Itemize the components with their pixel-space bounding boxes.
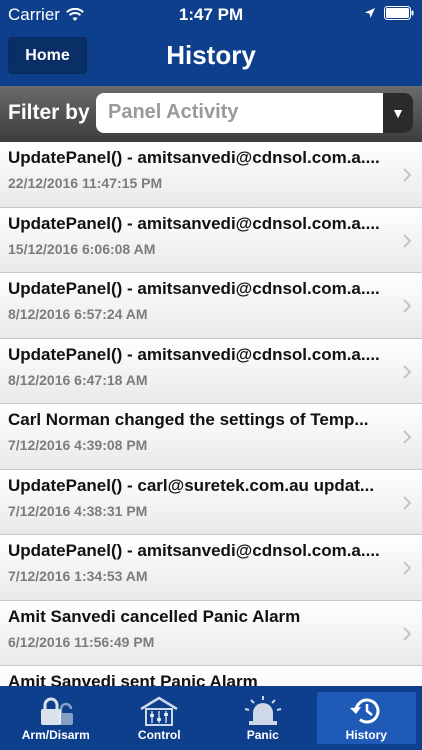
tab-control[interactable]: Control [110,692,210,744]
history-title: Carl Norman changed the settings of Temp… [8,410,369,429]
chevron-right-icon [403,495,412,510]
filter-selected-value: Panel Activity [108,101,239,123]
padlock-icon [40,697,73,725]
siren-icon [244,696,281,725]
history-title: UpdatePanel() - amitsanvedi@cdnsol.com.a… [8,213,380,233]
history-row[interactable]: Amit Sanvedi cancelled Panic Alarm 6/12/… [0,600,422,666]
chevron-right-icon [403,168,412,182]
tab-history[interactable]: History [316,692,416,744]
history-date: 15/12/2016 6:06:08 AM [8,240,156,257]
chevron-right-icon [403,430,412,444]
history-row[interactable]: UpdatePanel() - carl@suretek.com.au upda… [0,469,422,535]
history-row[interactable]: UpdatePanel() - amitsanvedi@cdnsol.com.a… [0,273,422,339]
chevron-right-icon [403,364,412,379]
history-row[interactable]: UpdatePanel() - amitsanvedi@cdnsol.com.a… [0,207,422,273]
history-title: UpdatePanel() - amitsanvedi@cdnsol.com.a… [8,344,380,364]
tab-label: Control [137,728,181,742]
tab-panic[interactable]: Panic [213,692,313,744]
chevron-right-icon [403,626,412,641]
control-panel-icon [140,696,178,726]
filter-bar: Filter by Panel Activity ▼ [0,86,422,142]
page-title: History [166,40,256,70]
chevron-right-icon [403,233,412,248]
tab-bar: Arm/Disarm Control Panic History [0,686,422,750]
history-date: 7/12/2016 4:38:31 PM [8,502,148,519]
clock: 1:47 PM [178,5,244,24]
history-row[interactable]: UpdatePanel() - amitsanvedi@cdnsol.com.a… [0,338,422,404]
tab-label: History [345,728,387,742]
history-date: 7/12/2016 4:39:08 PM [8,437,148,453]
status-bar: Carrier 1:47 PM [0,0,422,30]
history-icon [350,698,380,724]
history-list: UpdatePanel() - amitsanvedi@cdnsol.com.a… [0,142,422,686]
history-title: UpdatePanel() - amitsanvedi@cdnsol.com.a… [8,279,380,298]
history-title: Amit Sanvedi sent Panic Alarm [8,672,258,686]
tab-arm-disarm[interactable]: Arm/Disarm [6,692,106,744]
history-title: UpdatePanel() - amitsanvedi@cdnsol.com.a… [8,541,380,560]
history-title: UpdatePanel() - amitsanvedi@cdnsol.com.a… [8,148,380,167]
battery-icon [384,6,414,20]
history-row[interactable]: Carl Norman changed the settings of Temp… [0,404,422,470]
history-row[interactable]: UpdatePanel() - amitsanvedi@cdnsol.com.a… [0,142,422,208]
navigation-bar: Home History [0,30,422,86]
history-date: 8/12/2016 6:47:18 AM [8,371,148,388]
dropdown-arrow-icon[interactable]: ▼ [383,93,413,133]
tab-label: Arm/Disarm [21,728,90,742]
filter-dropdown[interactable]: Panel Activity ▼ [96,93,413,133]
chevron-right-icon [403,299,412,313]
history-row[interactable]: Amit Sanvedi sent Panic Alarm [0,666,422,686]
history-date: 7/12/2016 1:34:53 AM [8,568,148,584]
history-title: Amit Sanvedi cancelled Panic Alarm [8,606,301,626]
history-date: 22/12/2016 11:47:15 PM [8,175,163,191]
tab-label: Panic [246,728,279,742]
history-date: 8/12/2016 6:57:24 AM [8,306,148,322]
history-title: UpdatePanel() - carl@suretek.com.au upda… [8,475,375,495]
history-row[interactable]: UpdatePanel() - amitsanvedi@cdnsol.com.a… [0,535,422,601]
history-date: 6/12/2016 11:56:49 PM [8,633,155,650]
chevron-right-icon [403,561,412,575]
location-arrow-icon [365,8,375,18]
filter-label: Filter by [8,101,90,124]
